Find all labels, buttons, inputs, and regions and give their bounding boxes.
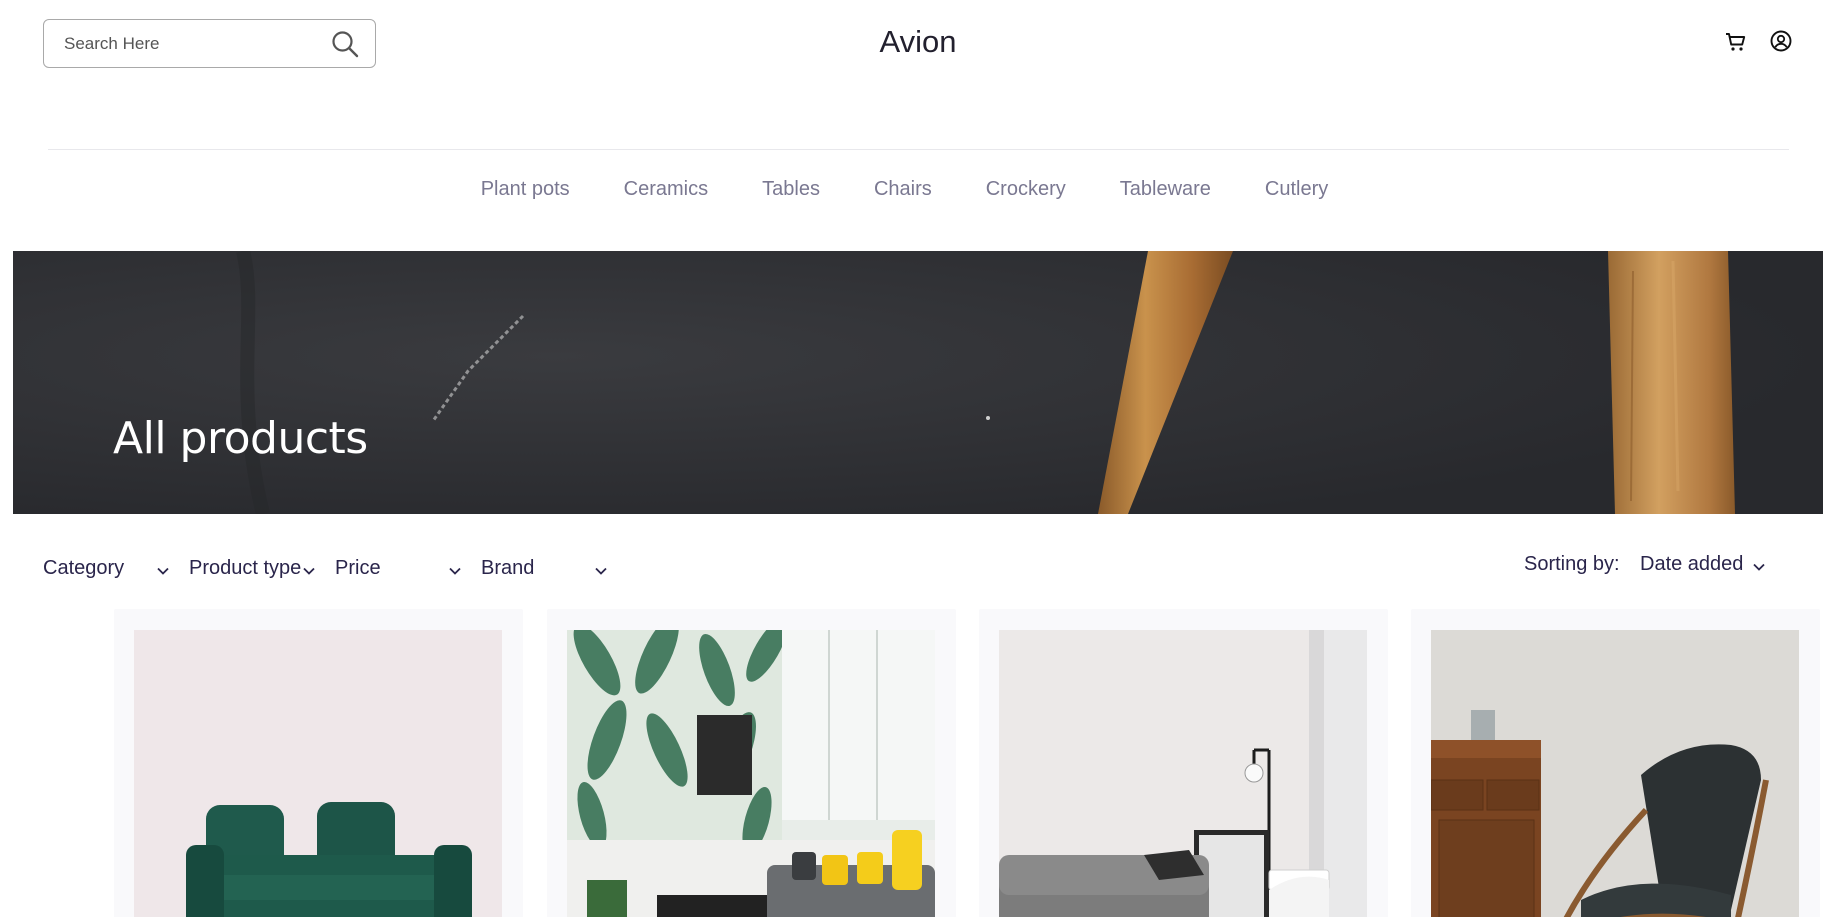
- filter-product-type[interactable]: Product type: [189, 557, 301, 580]
- chevron-down-icon[interactable]: [594, 566, 608, 576]
- nav-item-plant-pots[interactable]: Plant pots: [481, 178, 570, 201]
- chevron-down-icon[interactable]: [302, 566, 316, 576]
- user-icon[interactable]: [1769, 29, 1793, 53]
- filter-brand[interactable]: Brand: [481, 557, 534, 580]
- filter-category-label: Category: [43, 557, 125, 579]
- product-image[interactable]: [134, 630, 502, 917]
- page-title: All products: [113, 413, 368, 464]
- chevron-down-icon[interactable]: [156, 566, 170, 576]
- nav-item-chairs[interactable]: Chairs: [874, 178, 932, 201]
- product-card[interactable]: [1411, 609, 1820, 917]
- product-card[interactable]: [979, 609, 1388, 917]
- chevron-down-icon[interactable]: [1752, 562, 1766, 572]
- filter-price-label: Price: [335, 557, 381, 579]
- product-card[interactable]: [547, 609, 956, 917]
- sorting-label: Sorting by:: [1524, 553, 1620, 575]
- product-image[interactable]: [1431, 630, 1799, 917]
- brand-name[interactable]: Avion: [880, 24, 957, 60]
- chevron-down-icon[interactable]: [448, 566, 462, 576]
- product-image[interactable]: [567, 630, 935, 917]
- brand-logo[interactable]: Avion: [0, 24, 1836, 60]
- nav-item-tableware[interactable]: Tableware: [1120, 178, 1211, 201]
- nav-item-cutlery[interactable]: Cutlery: [1265, 178, 1328, 201]
- cart-icon[interactable]: [1724, 30, 1748, 54]
- sorting-select[interactable]: Date added: [1640, 553, 1743, 576]
- nav-item-crockery[interactable]: Crockery: [986, 178, 1066, 201]
- filter-product-type-label: Product type: [189, 557, 302, 579]
- hero-banner: All products: [13, 251, 1823, 514]
- header-divider: [48, 149, 1789, 150]
- nav-item-tables[interactable]: Tables: [762, 178, 820, 201]
- category-nav: Plant pots Ceramics Tables Chairs Crocke…: [0, 178, 1836, 201]
- product-card[interactable]: [114, 609, 523, 917]
- banner-image: [13, 251, 1823, 514]
- filter-price[interactable]: Price: [335, 557, 381, 580]
- filter-category[interactable]: Category: [43, 557, 124, 580]
- filter-brand-label: Brand: [481, 557, 535, 579]
- nav-item-ceramics[interactable]: Ceramics: [624, 178, 708, 201]
- header: Avion: [0, 0, 1836, 150]
- product-image[interactable]: [999, 630, 1367, 917]
